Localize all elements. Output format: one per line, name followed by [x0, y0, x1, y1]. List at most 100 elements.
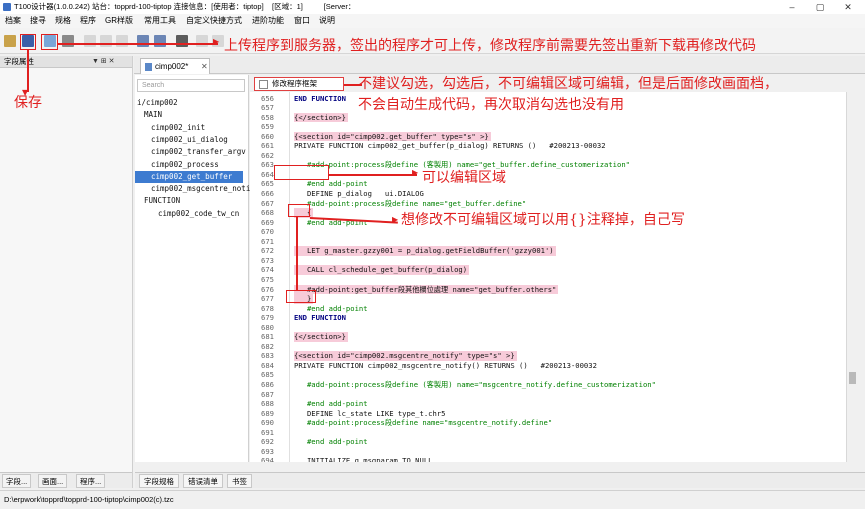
cut-icon[interactable]: [84, 35, 96, 47]
code-line[interactable]: PRIVATE FUNCTION cimp002_get_buffer(p_di…: [294, 141, 606, 151]
line-number: 681: [261, 332, 274, 342]
tree-item[interactable]: cimp002_msgcentre_notify: [135, 183, 259, 195]
tree-item[interactable]: cimp002_transfer_argv: [135, 146, 248, 158]
line-number: 684: [261, 360, 274, 370]
open-folder-icon[interactable]: [4, 35, 16, 47]
menu-file[interactable]: 档案: [2, 14, 24, 28]
code-line[interactable]: {</section>}: [294, 332, 348, 342]
tree-item[interactable]: MAIN: [135, 109, 248, 121]
line-number: 660: [261, 131, 274, 141]
tab-program[interactable]: 程序...: [76, 474, 106, 488]
line-number: 682: [261, 341, 274, 351]
close-brace-box: [286, 290, 316, 303]
tab-screen[interactable]: 画面...: [38, 474, 68, 488]
line-number: 662: [261, 150, 274, 160]
code-line[interactable]: #end add-point: [294, 179, 368, 189]
close-button[interactable]: ✕: [834, 0, 862, 14]
line-number: 677: [261, 294, 274, 304]
menu-tools[interactable]: 常用工具: [141, 14, 179, 28]
code-line[interactable]: DEFINE lc_state LIKE type_t.chr5: [294, 409, 446, 419]
run-icon[interactable]: [196, 35, 208, 47]
code-line[interactable]: END FUNCTION: [294, 94, 346, 104]
line-number-gutter: 656 657 658 659 660 661 662 663 664 665 666 667 668 6…: [250, 92, 290, 462]
tree-item[interactable]: cimp002_process: [135, 159, 248, 171]
paste-icon[interactable]: [116, 35, 128, 47]
line-number: 675: [261, 274, 274, 284]
code-line[interactable]: CALL cl_schedule_get_buffer(p_dialog): [294, 265, 470, 275]
upload-annotation: 上传程序到服务器，签出的程序才可上传，修改程序前需要先签出重新下载再修改代码: [224, 38, 756, 54]
code-line[interactable]: END FUNCTION: [294, 313, 346, 323]
line-number: 663: [261, 160, 274, 170]
line-number: 683: [261, 351, 274, 361]
maximize-button[interactable]: ▢: [806, 0, 834, 14]
line-number: 679: [261, 313, 274, 323]
line-number: 665: [261, 179, 274, 189]
line-number: 666: [261, 189, 274, 198]
menu-spec[interactable]: 规格: [52, 14, 74, 28]
tree-item[interactable]: i/cimp002: [135, 97, 248, 109]
line-number: 673: [261, 255, 274, 265]
menu-help[interactable]: 说明: [316, 14, 338, 28]
tab-field[interactable]: 字段...: [2, 474, 32, 488]
code-line[interactable]: #add-point:process段define name="get_buff…: [294, 199, 526, 209]
modify-framework-checkbox[interactable]: [259, 80, 268, 89]
undo-icon[interactable]: [137, 35, 149, 47]
line-number: 668: [261, 208, 274, 218]
copy-icon[interactable]: [100, 35, 112, 47]
tab-field-spec[interactable]: 字段规格: [139, 474, 179, 488]
brace-connector-line: [296, 217, 298, 290]
comment-arrow-head: ▶: [392, 215, 399, 224]
tree-item[interactable]: FUNCTION: [135, 195, 248, 207]
tree-search-input[interactable]: Search: [137, 79, 245, 92]
outline-tree: Search i/cimp002 MAIN cimp002_init cimp002_…: [135, 75, 259, 462]
menu-gr-template[interactable]: GR样版: [102, 14, 136, 28]
menu-advanced[interactable]: 进阶功能: [249, 14, 287, 28]
code-line[interactable]: #add-point:process段define (客製用) name="ms…: [294, 380, 656, 390]
menu-shortcuts[interactable]: 自定义快捷方式: [183, 14, 245, 28]
code-editor[interactable]: 656 657 658 659 660 661 662 663 664 665 666 667 668 6…: [250, 92, 846, 462]
menu-search[interactable]: 搜寻: [27, 14, 49, 28]
code-line[interactable]: {</section>}: [294, 112, 348, 123]
close-tab-icon[interactable]: ✕: [201, 59, 208, 74]
tab-cimp002[interactable]: cimp002* ✕: [140, 58, 210, 74]
scrollbar-thumb[interactable]: [849, 372, 856, 384]
code-line[interactable]: #add-point:get_buffer段其他欄位處理 name="get_b…: [294, 284, 559, 295]
tab-bookmarks[interactable]: 书签: [227, 474, 252, 488]
title-bar: T100设计器(1.0.0.242) 站台：topprd-100-tiptop …: [0, 0, 865, 14]
field-properties-title: 字段属性: [4, 57, 34, 66]
panel-pin-close-icon[interactable]: ▼ ⊞ ✕: [92, 56, 115, 68]
tab-error-list[interactable]: 错误清单: [183, 474, 223, 488]
code-line[interactable]: #add-point:process段define name="msgcentr…: [294, 418, 552, 428]
menu-program[interactable]: 程序: [77, 14, 99, 28]
menu-window[interactable]: 窗口: [291, 14, 313, 28]
code-line[interactable]: DEFINE p_dialog ui.DIALOG: [294, 189, 424, 199]
code-line[interactable]: #end add-point: [294, 304, 368, 314]
bottom-tabs: 字段规格 错误清单 书签: [135, 472, 865, 488]
code-line[interactable]: PRIVATE FUNCTION cimp002_msgcentre_notif…: [294, 361, 597, 371]
line-number: 680: [261, 322, 274, 332]
editable-arrow-line: [329, 174, 417, 176]
tree-item[interactable]: cimp002_code_tw_cn: [135, 208, 248, 220]
tree-item[interactable]: cimp002_init: [135, 122, 248, 134]
vertical-scrollbar[interactable]: [846, 92, 857, 462]
line-number: 657: [261, 103, 274, 113]
upload-arrow-head: ▶: [213, 37, 220, 46]
code-line[interactable]: #end add-point: [294, 399, 368, 409]
print-icon[interactable]: [62, 35, 74, 47]
code-line[interactable]: INITIALIZE g_msgparam TO NULL: [294, 456, 433, 462]
code-line[interactable]: {<section id="cimp002.get_buffer" type="…: [294, 131, 491, 142]
code-line[interactable]: #end add-point: [294, 437, 368, 447]
line-number: 661: [261, 141, 274, 151]
redo-icon[interactable]: [154, 35, 166, 47]
tree-item[interactable]: cimp002_get_buffer: [135, 170, 243, 183]
line-number: 674: [261, 265, 274, 275]
compile-icon[interactable]: [176, 35, 188, 47]
upload-arrow-line: [58, 43, 218, 45]
line-number: 670: [261, 227, 274, 237]
tree-item[interactable]: cimp002_ui_dialog: [135, 134, 248, 146]
code-line[interactable]: LET g_master.gzzy001 = p_dialog.getField…: [294, 246, 556, 256]
minimize-button[interactable]: –: [778, 0, 806, 14]
modify-framework-checkbox-row[interactable]: 修改程序框架: [254, 77, 344, 91]
editable-annotation: 可以编辑区域: [422, 170, 506, 186]
code-line[interactable]: {<section id="cimp002.msgcentre_notify" …: [294, 351, 517, 361]
